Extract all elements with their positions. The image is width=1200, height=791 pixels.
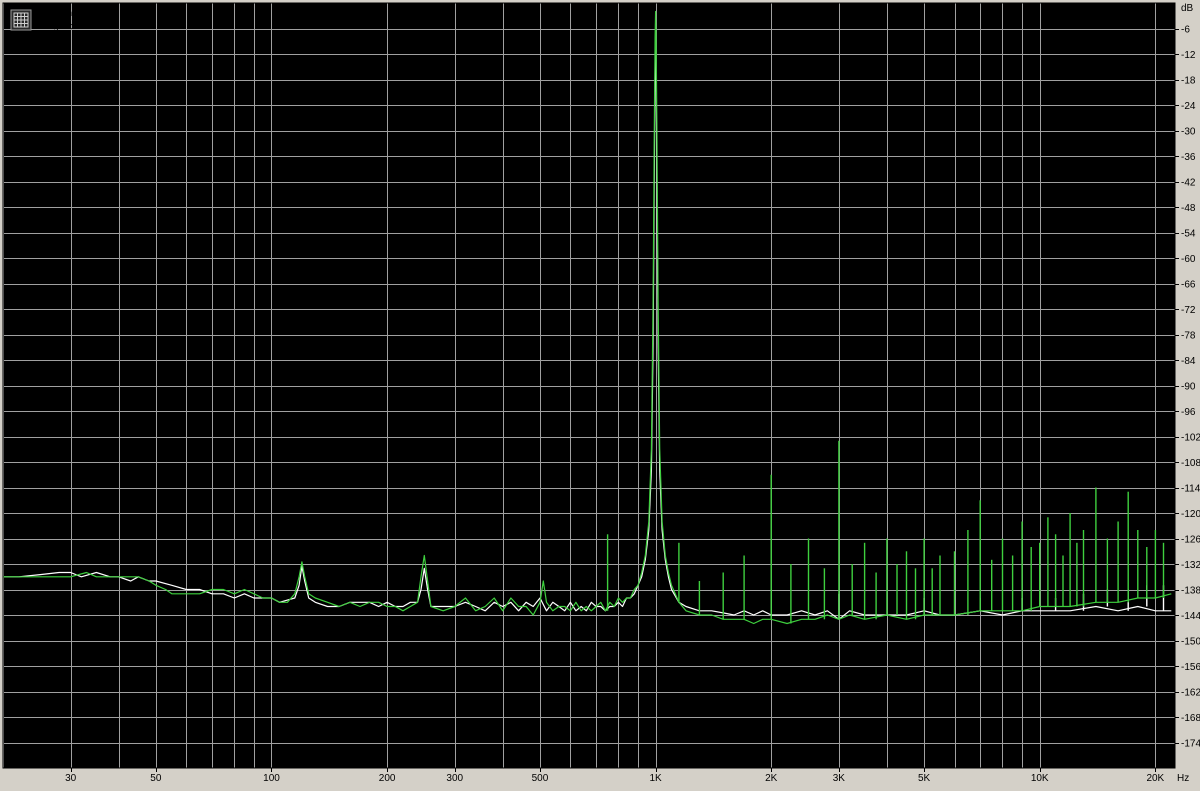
y-tick-label: -72 [1181,305,1196,316]
y-tick-label: -120 [1181,509,1200,520]
x-axis-unit-label: Hz [1177,773,1189,784]
y-tick-label: -78 [1181,331,1196,342]
chart-canvas: -6 -12 -18 -24 -30 -36 -42 -48 -54 -60 -66 -72 -78 -8… [0,0,1200,786]
y-tick-label: -42 [1181,178,1196,189]
y-tick-label: -84 [1181,356,1196,367]
grid-icon[interactable] [10,9,32,31]
y-tick-label: -156 [1181,662,1200,673]
x-tick-label: 50 [150,773,162,784]
y-tick-label: -168 [1181,713,1200,724]
legend-right-channel: Right channel [45,21,100,31]
x-tick-label: 100 [263,773,280,784]
y-tick-label: -102 [1181,433,1200,444]
x-tick-label: 20K [1146,773,1164,784]
y-tick-label: -36 [1181,152,1196,163]
y-tick-label: -60 [1181,254,1196,265]
x-tick-label: 300 [446,773,463,784]
x-tick-label: 3K [833,773,846,784]
y-tick-label: -6 [1181,25,1190,36]
y-tick-label: -108 [1181,458,1200,469]
y-tick-label: -114 [1181,484,1200,495]
x-tick-label: 30 [65,773,77,784]
x-tick-label: 500 [532,773,549,784]
y-tick-label: -162 [1181,688,1200,699]
y-tick-label: -174 [1181,739,1200,750]
y-tick-label: -132 [1181,560,1200,571]
legend-left-channel: Left channel [45,8,94,18]
y-tick-label: -24 [1181,101,1196,112]
x-tick-label: 5K [918,773,931,784]
y-tick-label: -126 [1181,535,1200,546]
y-tick-label: -18 [1181,76,1196,87]
x-tick-label: 200 [379,773,396,784]
y-tick-label: -144 [1181,611,1200,622]
y-tick-label: -30 [1181,127,1196,138]
y-tick-label: -96 [1181,407,1196,418]
y-tick-label: -48 [1181,203,1196,214]
x-tick-label: 1K [649,773,662,784]
y-tick-label: -90 [1181,382,1196,393]
y-tick-label: -66 [1181,280,1196,291]
x-tick-label: 2K [765,773,778,784]
plot-area [3,3,1175,768]
y-tick-label: -54 [1181,229,1196,240]
y-tick-label: -138 [1181,586,1200,597]
y-tick-label: -12 [1181,50,1196,61]
y-tick-label: -150 [1181,637,1200,648]
y-axis-unit-label: dB [1181,3,1194,14]
x-tick-label: 10K [1031,773,1049,784]
fft-spectrum-chart: -6 -12 -18 -24 -30 -36 -42 -48 -54 -60 -66 -72 -78 -8… [0,0,1200,786]
